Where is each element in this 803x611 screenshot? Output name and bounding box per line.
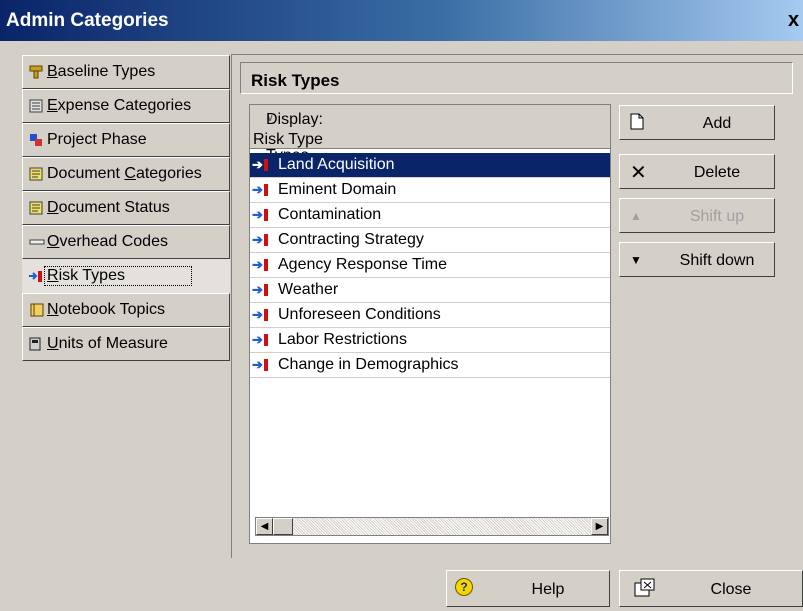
sidebar-item-label: Baseline Types <box>47 63 156 80</box>
expense-categories-icon <box>29 99 43 113</box>
sidebar-item-label: Expense Categories <box>47 97 192 114</box>
sidebar-item-document-status[interactable]: Document Status <box>22 191 230 225</box>
sidebar-item-document-categories[interactable]: Document Categories <box>22 157 230 191</box>
triangle-up-icon: ▲ <box>630 209 642 223</box>
help-icon: ? <box>455 578 473 596</box>
risk-type-label: Change in Demographics <box>278 356 459 373</box>
risk-type-icon: ➔ <box>250 257 278 273</box>
risk-type-label: Weather <box>278 281 339 298</box>
scroll-thumb[interactable] <box>273 518 293 535</box>
risk-type-label: Eminent Domain <box>278 181 397 198</box>
risk-types-icon <box>28 269 42 283</box>
triangle-down-icon: ▼ <box>630 253 642 267</box>
scroll-right-button[interactable]: ▶ <box>591 518 608 535</box>
list-item[interactable]: ➔ Agency Response Time <box>250 253 610 278</box>
units-icon <box>29 337 43 351</box>
horizontal-scrollbar[interactable]: ◀ ▶ <box>255 517 609 536</box>
column-header-risk-type[interactable]: Risk Type <box>250 127 610 149</box>
sidebar-item-expense-categories[interactable]: Expense Categories <box>22 89 230 123</box>
sidebar-item-label: Units of Measure <box>47 335 168 352</box>
shift-down-button-label: Shift down <box>679 252 755 269</box>
category-sidebar: Baseline Types Expense Categories Project … <box>22 55 230 361</box>
shift-up-button-label: Shift up <box>689 208 745 225</box>
list-item[interactable]: ➔ Unforeseen Conditions <box>250 303 610 328</box>
risk-type-label: Contracting Strategy <box>278 231 424 248</box>
risk-type-label: Labor Restrictions <box>278 331 407 348</box>
risk-type-icon: ➔ <box>250 207 278 223</box>
delete-x-icon: ✕ <box>630 162 647 184</box>
delete-button[interactable]: ✕ Delete <box>619 154 775 189</box>
project-phase-icon <box>29 133 43 147</box>
sidebar-item-risk-types[interactable]: Risk Types <box>22 259 230 293</box>
close-button-label: Close <box>710 581 752 598</box>
shift-down-button[interactable]: ▼ Shift down <box>619 242 775 277</box>
notebook-icon <box>29 303 44 317</box>
list-item[interactable]: ➔ Labor Restrictions <box>250 328 610 353</box>
sidebar-item-overhead-codes[interactable]: Overhead Codes <box>22 225 230 259</box>
title-bar: Admin Categories x <box>0 0 803 41</box>
overhead-codes-icon <box>29 235 45 249</box>
sidebar-item-label: Project Phase <box>47 131 147 148</box>
add-button[interactable]: Add <box>619 105 775 140</box>
list-item[interactable]: ➔ Contracting Strategy <box>250 228 610 253</box>
document-icon <box>29 201 43 215</box>
risk-type-rows: ➔ Land Acquisition ➔ Eminent Domain ➔ Contami… <box>250 153 610 378</box>
risk-type-label: Land Acquisition <box>278 156 395 173</box>
close-button[interactable]: Close <box>619 570 803 607</box>
scroll-left-button[interactable]: ◀ <box>256 518 273 535</box>
close-window-icon <box>634 578 656 603</box>
help-button-label: Help <box>531 581 565 598</box>
sidebar-item-label: Notebook Topics <box>47 301 166 318</box>
sidebar-item-baseline-types[interactable]: Baseline Types <box>22 55 230 89</box>
add-button-label: Add <box>702 115 732 132</box>
risk-type-icon: ➔ <box>250 307 278 323</box>
document-icon <box>29 167 43 181</box>
shift-up-button[interactable]: ▲ Shift up <box>619 198 775 233</box>
list-item[interactable]: ➔ Land Acquisition <box>250 153 610 178</box>
list-item[interactable]: ➔ Eminent Domain <box>250 178 610 203</box>
risk-type-label: Unforeseen Conditions <box>278 306 441 323</box>
list-item[interactable]: ➔ Weather <box>250 278 610 303</box>
list-item[interactable]: ➔ Contamination <box>250 203 610 228</box>
risk-type-icon: ➔ <box>250 332 278 348</box>
sidebar-item-units-of-measure[interactable]: Units of Measure <box>22 327 230 361</box>
risk-type-icon: ➔ <box>250 357 278 373</box>
risk-type-label: Contamination <box>278 206 382 223</box>
risk-type-icon: ➔ <box>250 282 278 298</box>
sidebar-item-label: Document Categories <box>47 165 202 182</box>
risk-type-label: Agency Response Time <box>278 256 447 273</box>
risk-type-icon: ➔ <box>250 232 278 248</box>
close-window-button[interactable]: x <box>788 9 803 31</box>
display-header[interactable]: ∨ Display: Risk Types <box>250 105 610 164</box>
delete-button-label: Delete <box>693 164 741 181</box>
list-item[interactable]: ➔ Change in Demographics <box>250 353 610 378</box>
sidebar-item-project-phase[interactable]: Project Phase <box>22 123 230 157</box>
window-title: Admin Categories <box>6 10 169 31</box>
panel-title: Risk Types <box>240 62 793 94</box>
risk-type-icon: ➔ <box>250 182 278 198</box>
sidebar-item-label: Risk Types <box>44 266 192 286</box>
new-document-icon <box>630 113 644 135</box>
baseline-types-icon <box>29 65 43 79</box>
sidebar-item-label: Document Status <box>47 199 170 216</box>
risk-type-icon: ➔ <box>250 157 278 173</box>
sidebar-item-notebook-topics[interactable]: Notebook Topics <box>22 293 230 327</box>
help-button[interactable]: ? Help <box>446 570 610 607</box>
sidebar-item-label: Overhead Codes <box>47 233 168 250</box>
